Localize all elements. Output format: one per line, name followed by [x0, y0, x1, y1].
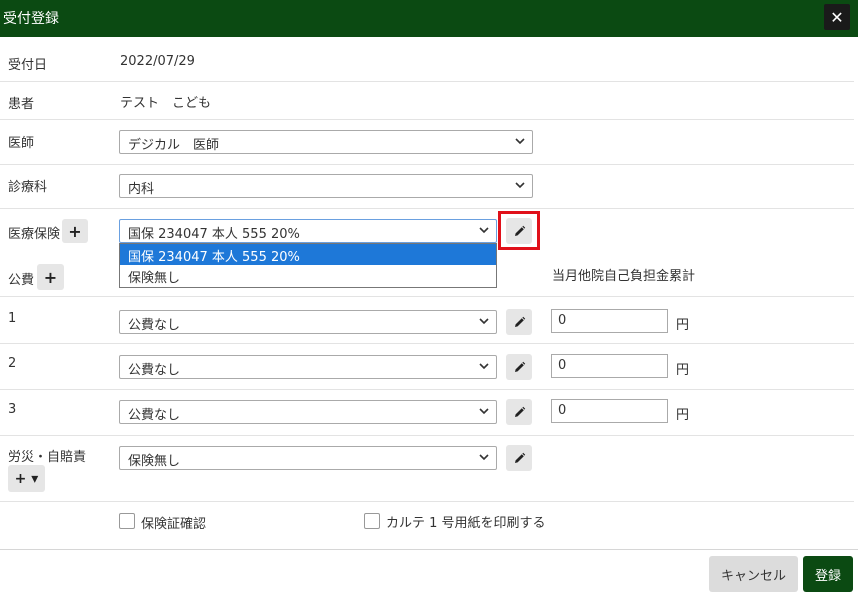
insurance-label: 医療保険: [8, 227, 61, 242]
close-icon: ✕: [830, 7, 844, 27]
footer-divider: [0, 549, 858, 550]
divider: [0, 81, 854, 82]
divider: [0, 389, 854, 390]
insurance-card-checkbox[interactable]: [119, 513, 135, 529]
plus-icon: +: [43, 267, 58, 287]
accident-select[interactable]: 保険無し: [119, 446, 497, 470]
chevron-down-icon: [479, 363, 489, 370]
register-button[interactable]: 登録: [803, 556, 853, 592]
monthly-total-label: 当月他院自己負担金累計: [552, 269, 696, 284]
department-select[interactable]: 内科: [119, 174, 533, 198]
divider: [0, 501, 854, 502]
department-select-value: 内科: [128, 182, 155, 197]
divider: [0, 435, 854, 436]
patient-name: テスト こども: [120, 96, 212, 111]
add-insurance-button[interactable]: +: [62, 219, 88, 243]
close-button[interactable]: ✕: [824, 4, 850, 30]
public-select-1[interactable]: 公費なし: [119, 310, 497, 334]
monthly-amount-value: 0: [558, 358, 567, 373]
reception-date-label: 受付日: [8, 58, 48, 73]
doctor-label: 医師: [8, 136, 35, 151]
accident-select-value: 保険無し: [128, 454, 181, 469]
doctor-select[interactable]: デジカル 医師: [119, 130, 533, 154]
divider: [0, 208, 854, 209]
edit-public-button-2[interactable]: [506, 354, 532, 380]
chevron-down-icon: [515, 138, 525, 145]
public-row-index: 2: [8, 356, 17, 371]
dialog-header: 受付登録 ✕: [0, 0, 858, 37]
dialog-title: 受付登録: [3, 11, 59, 27]
yen-unit: 円: [676, 408, 690, 423]
pencil-icon: [514, 406, 525, 417]
divider: [0, 296, 854, 297]
plus-dropdown-icon: + ▾: [14, 470, 39, 487]
monthly-amount-value: 0: [558, 313, 567, 328]
add-accident-button[interactable]: + ▾: [8, 465, 45, 492]
insurance-select-value: 国保 234047 本人 555 20%: [128, 227, 300, 242]
public-row-index: 1: [8, 311, 17, 326]
edit-public-button-3[interactable]: [506, 399, 532, 425]
edit-insurance-button[interactable]: [506, 218, 532, 244]
pencil-icon: [514, 452, 525, 463]
public-select-value: 公費なし: [128, 318, 181, 333]
monthly-amount-input-2[interactable]: 0: [551, 354, 668, 378]
add-public-button[interactable]: +: [37, 264, 64, 290]
pencil-icon: [514, 361, 525, 372]
monthly-amount-input-3[interactable]: 0: [551, 399, 668, 423]
print-karte-checkbox[interactable]: [364, 513, 380, 529]
accident-label: 労災・自賠責: [8, 450, 87, 465]
department-label: 診療科: [8, 180, 48, 195]
cancel-button-label: キャンセル: [720, 568, 786, 584]
print-karte-label: カルテ 1 号用紙を印刷する: [386, 516, 546, 531]
monthly-amount-input-1[interactable]: 0: [551, 309, 668, 333]
doctor-select-value: デジカル 医師: [128, 138, 220, 153]
pencil-icon: [514, 316, 525, 327]
edit-accident-button[interactable]: [506, 445, 532, 471]
divider: [0, 164, 854, 165]
register-button-label: 登録: [814, 568, 841, 584]
divider: [0, 119, 854, 120]
insurance-option[interactable]: 保険無し: [120, 265, 496, 286]
yen-unit: 円: [676, 318, 690, 333]
public-select-value: 公費なし: [128, 363, 181, 378]
public-select-2[interactable]: 公費なし: [119, 355, 497, 379]
insurance-option-selected[interactable]: 国保 234047 本人 555 20%: [120, 244, 496, 265]
chevron-down-icon: [479, 454, 489, 461]
public-label: 公費: [8, 273, 35, 288]
chevron-down-icon: [515, 182, 525, 189]
cancel-button[interactable]: キャンセル: [709, 556, 798, 592]
monthly-amount-value: 0: [558, 403, 567, 418]
yen-unit: 円: [676, 363, 690, 378]
insurance-select[interactable]: 国保 234047 本人 555 20%: [119, 219, 497, 243]
edit-public-button-1[interactable]: [506, 309, 532, 335]
insurance-dropdown-list: 国保 234047 本人 555 20% 保険無し: [119, 243, 497, 288]
patient-label: 患者: [8, 97, 35, 112]
pencil-icon: [514, 225, 525, 236]
public-select-3[interactable]: 公費なし: [119, 400, 497, 424]
chevron-down-icon: [479, 227, 489, 234]
chevron-down-icon: [479, 408, 489, 415]
public-select-value: 公費なし: [128, 408, 181, 423]
insurance-card-label: 保険証確認: [141, 517, 207, 532]
plus-icon: +: [68, 221, 82, 241]
public-row-index: 3: [8, 402, 17, 417]
chevron-down-icon: [479, 318, 489, 325]
reception-date-value: 2022/07/29: [120, 54, 195, 69]
divider: [0, 343, 854, 344]
